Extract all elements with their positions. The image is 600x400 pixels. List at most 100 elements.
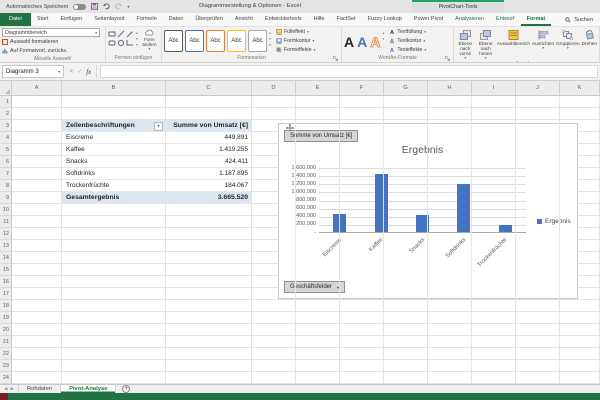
shape-rounded-rect-icon[interactable]	[108, 39, 116, 47]
column-header-h[interactable]: H	[428, 81, 472, 95]
dialog-launcher-icon[interactable]	[445, 56, 450, 61]
dialog-launcher-icon[interactable]	[333, 56, 338, 61]
rotate-button[interactable]: Drehen	[582, 28, 597, 60]
tab-formeln[interactable]: Formeln	[130, 13, 162, 26]
group-button[interactable]: Gruppieren ▾	[556, 28, 580, 60]
row-header-2[interactable]: 2	[0, 108, 11, 120]
row-header-18[interactable]: 18	[0, 300, 11, 312]
shape-arrow-icon[interactable]	[126, 30, 134, 38]
tab-daten[interactable]: Daten	[163, 13, 190, 26]
selection-pane-button[interactable]: Auswahlbereich	[497, 28, 530, 60]
column-header-j[interactable]: J	[516, 81, 560, 95]
shape-effects-button[interactable]: Formeffekte ▾	[276, 46, 315, 54]
column-header-b[interactable]: B	[62, 81, 166, 95]
chart-title[interactable]: Ergebnis	[319, 144, 526, 156]
gallery-more-icon[interactable]: ▾	[136, 42, 138, 48]
shape-styles-scrollbar[interactable]: ▴ ▾ ▾	[267, 30, 273, 54]
table-row[interactable]: Snacks 424.411	[62, 156, 252, 168]
row-header-21[interactable]: 21	[0, 336, 11, 348]
tab-power-pivot[interactable]: Power Pivot	[408, 13, 449, 26]
reset-style-button[interactable]: Auf Formatvorl. zurücks.	[2, 47, 103, 55]
tab-überprüfen[interactable]: Überprüfen	[189, 13, 229, 26]
save-icon[interactable]	[91, 3, 99, 10]
row-header-12[interactable]: 12	[0, 228, 11, 240]
tab-hilfe[interactable]: Hilfe	[308, 13, 331, 26]
column-header-i[interactable]: I	[472, 81, 516, 95]
shape-styles-gallery[interactable]: Abc Abc Abc Abc Abc	[164, 30, 267, 54]
tab-analysieren[interactable]: Analysieren	[449, 13, 490, 26]
shape-fill-button[interactable]: Fülleffekt ▾	[276, 28, 315, 36]
tab-start[interactable]: Start	[31, 13, 55, 26]
select-all-corner[interactable]	[0, 81, 12, 96]
column-header-a[interactable]: A	[12, 81, 62, 95]
row-header-5[interactable]: 5	[0, 144, 11, 156]
shape-style-thumbnail[interactable]: Abc	[164, 30, 183, 52]
chart-bar[interactable]	[498, 224, 512, 232]
tab-fuzzy-lookup[interactable]: Fuzzy Lookup	[362, 13, 408, 26]
row-header-20[interactable]: 20	[0, 324, 11, 336]
undo-icon[interactable]	[103, 3, 110, 10]
row-header-23[interactable]: 23	[0, 360, 11, 372]
row-header-22[interactable]: 22	[0, 348, 11, 360]
row-header-16[interactable]: 16	[0, 276, 11, 288]
row-header-17[interactable]: 17	[0, 288, 11, 300]
shape-oval-icon[interactable]	[117, 39, 125, 47]
shape-outline-button[interactable]: Formkontur ▾	[276, 37, 315, 45]
align-button[interactable]: Ausrichten ▾	[532, 28, 554, 60]
wordart-style[interactable]: A	[344, 30, 354, 54]
gallery-more-icon[interactable]: ▾	[269, 42, 271, 48]
shape-style-thumbnail[interactable]: Abc	[185, 30, 204, 52]
row-header-9[interactable]: 9	[0, 192, 11, 204]
filter-dropdown-icon[interactable]: ▾	[154, 121, 163, 131]
row-header-13[interactable]: 13	[0, 240, 11, 252]
text-outline-button[interactable]: A Textkontur ▾	[389, 37, 426, 45]
shape-elbow-icon[interactable]	[126, 39, 134, 47]
tab-entwurf[interactable]: Entwurf	[490, 13, 521, 26]
wordart-scrollbar[interactable]: ▴ ▾	[380, 30, 386, 54]
column-header-k[interactable]: K	[560, 81, 600, 95]
table-row[interactable]: Kaffee 1.419.255	[62, 144, 252, 156]
table-row[interactable]: Softdrinks 1.187.895	[62, 168, 252, 180]
column-header-e[interactable]: E	[296, 81, 340, 95]
tab-datei[interactable]: Datei	[0, 13, 31, 26]
change-shape-button[interactable]: Form ändern ▾	[140, 29, 159, 54]
tab-ansicht[interactable]: Ansicht	[229, 13, 259, 26]
formula-input[interactable]	[100, 65, 598, 78]
shapes-gallery[interactable]	[108, 30, 134, 54]
search-box[interactable]: Suchen	[565, 13, 593, 26]
column-header-g[interactable]: G	[384, 81, 428, 95]
column-header-d[interactable]: D	[252, 81, 296, 95]
qat-customize-icon[interactable]: ▾	[127, 4, 129, 9]
table-row[interactable]: Eiscreme 449.891	[62, 132, 252, 144]
row-header-4[interactable]: 4	[0, 132, 11, 144]
sheet-tab-rohdaten[interactable]: Rohdaten	[17, 385, 62, 393]
sheet-nav-next-icon[interactable]: ▶	[10, 386, 13, 392]
tab-einfügen[interactable]: Einfügen	[54, 13, 88, 26]
chart-element-select[interactable]: Diagrammbereich ▾	[2, 28, 100, 37]
send-backward-button[interactable]: Ebene nach hinten ▾	[476, 28, 494, 60]
text-fill-button[interactable]: A Textfüllung ▾	[389, 28, 426, 36]
tab-seitenlayout[interactable]: Seitenlayout	[88, 13, 130, 26]
pivot-chart[interactable]: Summe von Umsatz [€] Ergebnis 1.600.000 1…	[278, 123, 578, 299]
shape-line-icon[interactable]	[117, 30, 125, 38]
insert-function-icon[interactable]: fx	[86, 68, 91, 76]
table-row[interactable]: Trockenfrüchte 184.067	[62, 180, 252, 192]
chart-legend[interactable]: Ergebnis	[537, 218, 571, 225]
enter-icon[interactable]: ✓	[78, 69, 83, 75]
tab-factset[interactable]: FactSet	[331, 13, 362, 26]
row-header-11[interactable]: 11	[0, 216, 11, 228]
wordart-style[interactable]: A	[370, 30, 381, 54]
row-header-8[interactable]: 8	[0, 180, 11, 192]
autosave-toggle[interactable]	[73, 3, 87, 10]
sheet-nav-prev-icon[interactable]: ◀	[4, 386, 7, 392]
column-header-c[interactable]: C	[166, 81, 252, 95]
new-sheet-button[interactable]: +	[122, 385, 131, 393]
row-header-6[interactable]: 6	[0, 156, 11, 168]
row-header-10[interactable]: 10	[0, 204, 11, 216]
name-box[interactable]: Diagramm 3 ▾	[2, 65, 64, 78]
cancel-icon[interactable]: ✕	[69, 69, 74, 75]
shape-rectangle-icon[interactable]	[108, 30, 116, 38]
contextual-tab-group[interactable]: PivotChart-Tools	[412, 0, 504, 13]
chart-bar[interactable]	[457, 183, 471, 232]
format-selection-button[interactable]: Auswahl formatieren	[2, 38, 103, 46]
